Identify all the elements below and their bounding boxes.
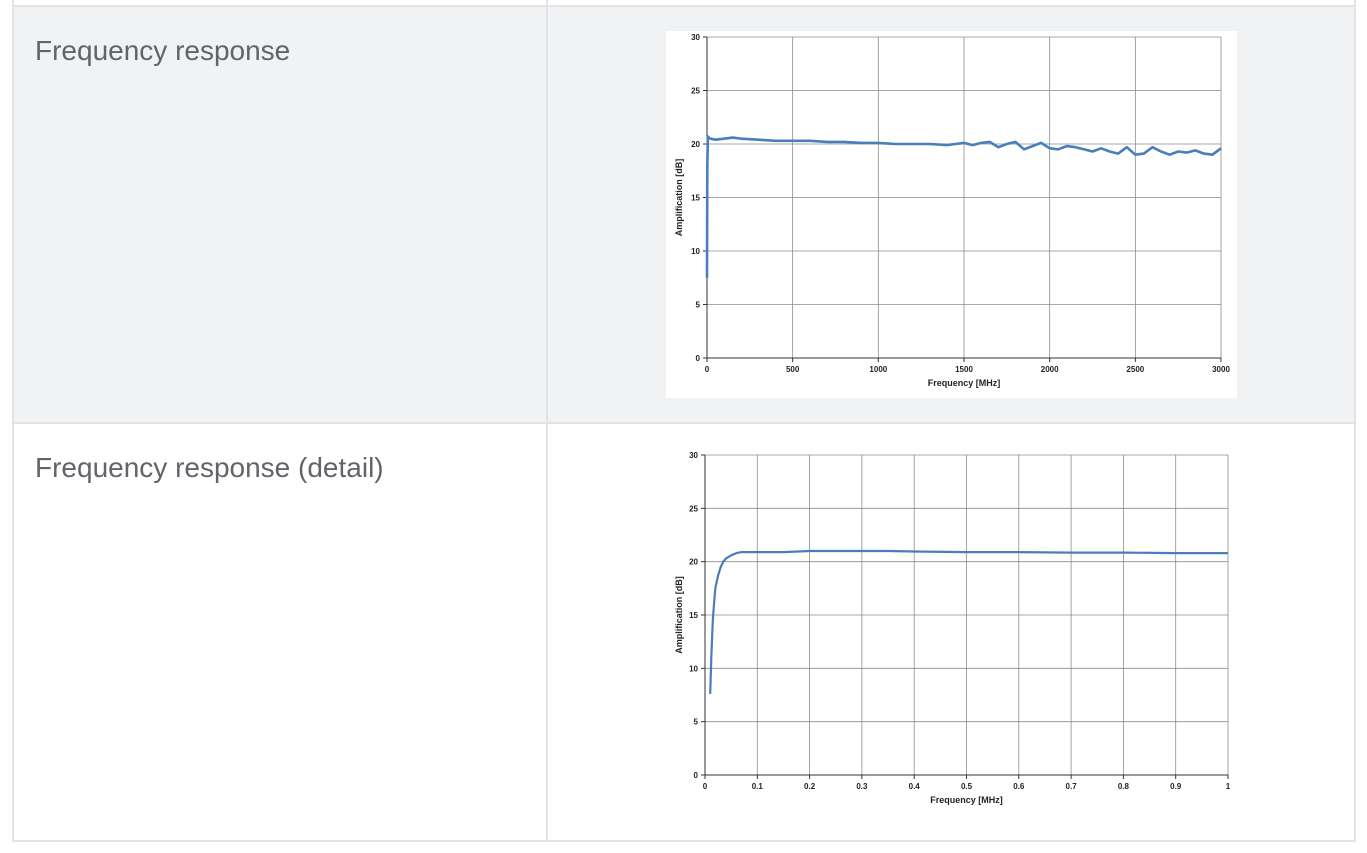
x-tick-label: 3000 [1212, 365, 1230, 374]
x-tick-label: 0.4 [909, 782, 921, 791]
x-tick-label: 1000 [869, 365, 887, 374]
frequency-response-detail-plot: 0 5 10 15 20 25 30 0 0.1 0.2 0.3 0.4 0.5 0.6 0.7 0.8 0.9… [674, 451, 1231, 805]
x-tick-label: 1 [1226, 782, 1231, 791]
y-axis-label: Amplification [dB] [674, 159, 684, 237]
x-axis-label: Frequency [MHz] [930, 795, 1003, 805]
y-tick-label: 20 [689, 558, 698, 567]
series-line [709, 549, 1228, 694]
y-tick-label: 25 [689, 504, 698, 513]
table-border-left [12, 0, 14, 842]
y-tick-label: 30 [689, 451, 698, 460]
frequency-response-plot: 0 5 10 15 20 25 30 0 500 1000 1500 2000 2500 3000 Freq… [674, 33, 1230, 388]
x-tick-label: 0 [703, 782, 708, 791]
y-tick-label: 15 [691, 194, 700, 203]
frequency-response-chart: 0 5 10 15 20 25 30 0 500 1000 1500 2000 2500 3000 Freq… [666, 31, 1237, 398]
y-tick-label: 25 [691, 87, 700, 96]
row-label-frequency-response: Frequency response [35, 35, 291, 66]
x-tick-label: 0.9 [1170, 782, 1182, 791]
y-tick-label: 10 [691, 247, 700, 256]
x-tick-label: 0 [705, 365, 710, 374]
y-tick-label: 5 [694, 718, 699, 727]
y-tick-label: 20 [691, 140, 700, 149]
y-tick-label: 30 [691, 33, 700, 42]
y-tick-label: 10 [689, 664, 698, 673]
column-divider [546, 0, 548, 842]
x-tick-label: 1500 [955, 365, 973, 374]
x-tick-label: 500 [786, 365, 800, 374]
x-tick-label: 2000 [1041, 365, 1059, 374]
x-tick-label: 0.1 [752, 782, 764, 791]
x-tick-label: 2500 [1126, 365, 1144, 374]
y-tick-label: 0 [694, 771, 699, 780]
x-tick-label: 0.5 [961, 782, 973, 791]
table-border-right [1354, 0, 1356, 842]
row-divider [12, 422, 1356, 424]
y-tick-label: 5 [696, 301, 701, 310]
row-divider [12, 5, 1356, 7]
row-label-frequency-response-detail: Frequency response (detail) [35, 452, 384, 483]
x-tick-label: 0.6 [1013, 782, 1025, 791]
y-tick-label: 0 [696, 354, 701, 363]
x-tick-label: 0.8 [1118, 782, 1130, 791]
frequency-response-detail-chart: 0 5 10 15 20 25 30 0 0.1 0.2 0.3 0.4 0.5 0.6 0.7 0.8 0.9… [666, 448, 1237, 815]
x-tick-label: 0.7 [1066, 782, 1078, 791]
x-axis-label: Frequency [MHz] [928, 378, 1001, 388]
row-divider [12, 840, 1356, 842]
x-tick-label: 0.2 [804, 782, 816, 791]
x-tick-label: 0.3 [856, 782, 868, 791]
y-axis-label: Amplification [dB] [674, 576, 684, 654]
y-tick-label: 15 [689, 611, 698, 620]
